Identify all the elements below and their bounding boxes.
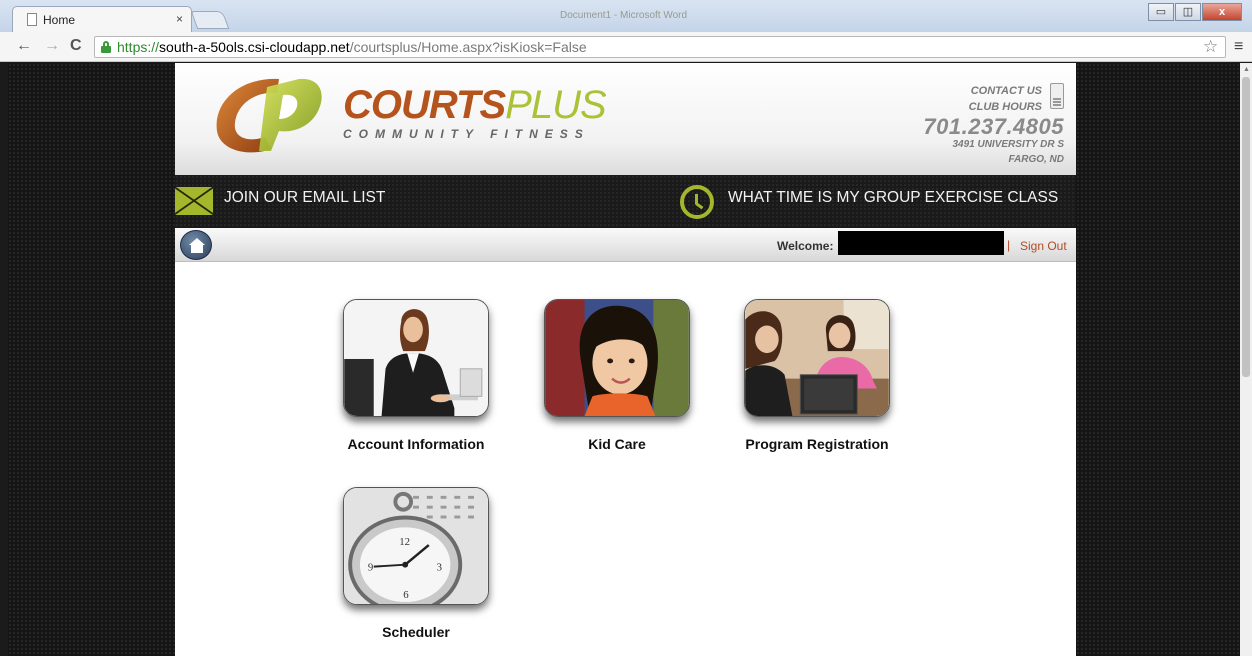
address-bar[interactable]: https://south-a-50ols.csi-cloudapp.net/c… — [94, 36, 1226, 58]
svg-text:3: 3 — [437, 562, 442, 574]
scroll-up-icon[interactable]: ▲ — [1243, 66, 1250, 73]
tile-label: Program Registration — [745, 436, 889, 452]
browser-tabstrip: Home × Document1 - Microsoft Word ▭ ◫ x — [0, 0, 1252, 32]
vertical-scrollbar[interactable]: ▲ — [1240, 63, 1252, 656]
stopwatch-photo-icon[interactable]: 12 3 9 6 — [343, 487, 489, 614]
reload-icon[interactable]: C — [70, 37, 82, 55]
url-host: south-a-50ols.csi-cloudapp.net — [159, 39, 350, 55]
contact-us-link[interactable]: CONTACT US — [969, 83, 1042, 99]
navbar-separator: | — [1007, 238, 1011, 252]
child-photo-icon[interactable] — [544, 299, 690, 417]
phone-icon — [1050, 83, 1064, 109]
user-navbar: Welcome: | Sign Out — [175, 228, 1076, 262]
minimize-button[interactable]: ▭ — [1148, 3, 1174, 21]
club-hours-link[interactable]: CLUB HOURS — [969, 99, 1042, 115]
back-arrow-icon[interactable]: ← — [16, 37, 32, 55]
redacted-username — [838, 231, 1004, 255]
new-tab-button[interactable] — [190, 11, 230, 29]
clock-icon[interactable] — [680, 185, 714, 219]
email-list-link[interactable]: JOIN OUR EMAIL LIST — [224, 189, 385, 207]
svg-text:9: 9 — [368, 562, 373, 574]
brand-accent: PLUS — [505, 83, 606, 127]
address-line-2: FARGO, ND — [1008, 154, 1064, 165]
tile-program-registration[interactable]: Program Registration — [737, 299, 897, 452]
tile-account-information[interactable]: Account Information — [336, 299, 496, 452]
page-icon — [27, 13, 37, 26]
bookmark-star-icon[interactable]: ☆ — [1203, 37, 1218, 57]
svg-text:6: 6 — [403, 589, 409, 601]
brand-tagline: COMMUNITY FITNESS — [343, 127, 590, 141]
forward-arrow-icon[interactable]: → — [44, 37, 60, 55]
tile-label: Account Information — [347, 436, 485, 452]
scroll-thumb[interactable] — [1242, 77, 1250, 377]
lock-icon — [101, 41, 111, 53]
close-window-button[interactable]: x — [1202, 3, 1242, 21]
browser-menu-icon[interactable]: ≡ — [1234, 38, 1243, 56]
tile-scheduler[interactable]: 12 3 9 6 Scheduler — [336, 487, 496, 640]
businesswoman-photo-icon[interactable] — [343, 299, 489, 417]
registration-desk-photo-icon[interactable] — [744, 299, 890, 417]
main-content: Account Information Kid Care Program Reg… — [175, 262, 1076, 656]
site-header: COURTSPLUS COMMUNITY FITNESS CONTACT US … — [175, 63, 1076, 175]
browser-tab-home[interactable]: Home × — [12, 6, 192, 32]
address-block: 701.237.4805 3491 UNIVERSITY DR S FARGO,… — [923, 114, 1064, 167]
phone-number: 701.237.4805 — [923, 114, 1064, 139]
courtsplus-logo-icon[interactable] — [209, 73, 329, 157]
tile-kid-care[interactable]: Kid Care — [537, 299, 697, 452]
tile-label: Scheduler — [382, 624, 450, 640]
sign-out-link[interactable]: Sign Out — [1020, 239, 1067, 253]
site-container: COURTSPLUS COMMUNITY FITNESS CONTACT US … — [175, 63, 1076, 656]
address-line-1: 3491 UNIVERSITY DR S — [952, 139, 1064, 150]
brand-wordmark: COURTSPLUS COMMUNITY FITNESS — [343, 83, 607, 141]
window-controls: ▭ ◫ x — [1148, 3, 1242, 21]
svg-text:12: 12 — [399, 536, 410, 548]
background-window-title: Document1 - Microsoft Word — [560, 10, 688, 21]
envelope-icon[interactable] — [175, 187, 213, 215]
tile-label: Kid Care — [588, 436, 646, 452]
welcome-label: Welcome: — [777, 239, 834, 253]
restore-button[interactable]: ◫ — [1175, 3, 1201, 21]
brand-main: COURTS — [343, 83, 506, 127]
url-path: /courtsplus/Home.aspx?isKiosk=False — [349, 39, 587, 55]
brand-name: COURTSPLUS — [343, 83, 607, 127]
browser-toolbar: ← → C https://south-a-50ols.csi-cloudapp… — [0, 32, 1252, 62]
group-exercise-link[interactable]: WHAT TIME IS MY GROUP EXERCISE CLASS — [728, 189, 1058, 207]
tab-title: Home — [43, 13, 76, 27]
url-scheme: https:// — [117, 39, 160, 55]
tab-close-icon[interactable]: × — [176, 12, 183, 26]
contact-block: CONTACT US CLUB HOURS — [969, 83, 1042, 115]
home-icon[interactable] — [180, 230, 212, 260]
promo-bar: JOIN OUR EMAIL LIST WHAT TIME IS MY GROU… — [175, 175, 1076, 228]
address-url: https://south-a-50ols.csi-cloudapp.net/c… — [117, 37, 587, 57]
